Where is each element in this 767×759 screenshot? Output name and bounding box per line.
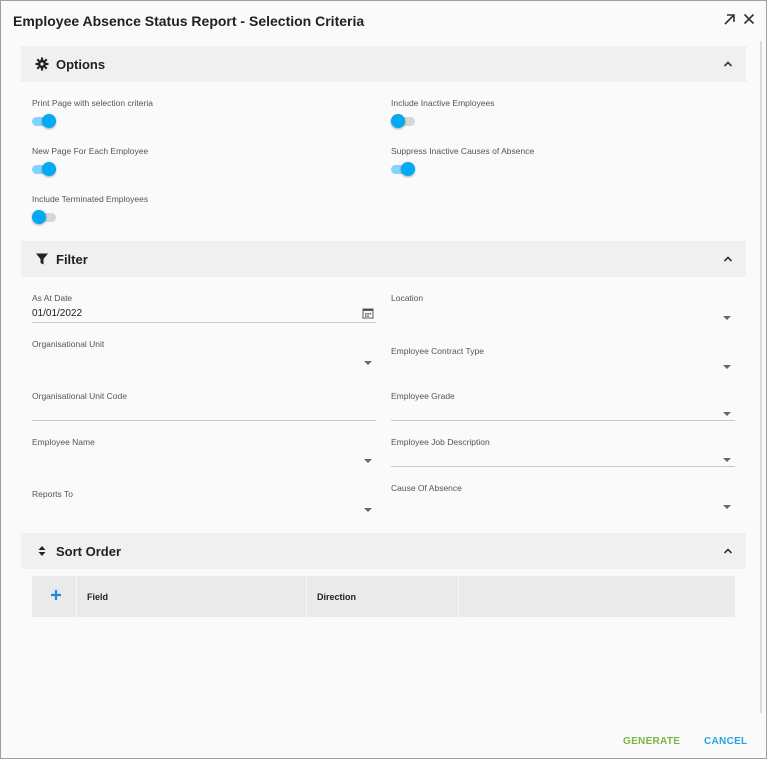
new-page-label: New Page For Each Employee — [32, 146, 149, 156]
arrow-expand-icon[interactable] — [722, 11, 736, 27]
chevron-down-icon[interactable] — [364, 508, 372, 512]
location-select[interactable] — [391, 310, 735, 324]
include-terminated-toggle[interactable] — [32, 210, 56, 224]
selection-criteria-dialog: Employee Absence Status Report - Selecti… — [0, 0, 767, 759]
plus-icon[interactable] — [50, 589, 62, 601]
cause-of-absence-label: Cause Of Absence — [391, 483, 462, 493]
sort-title: Sort Order — [56, 544, 122, 559]
as-at-date-value: 01/01/2022 — [32, 308, 83, 319]
suppress-inactive-label: Suppress Inactive Causes of Absence — [391, 146, 535, 156]
contract-type-select[interactable] — [391, 359, 735, 373]
direction-column-header[interactable]: Direction — [307, 576, 459, 617]
org-unit-code-label: Organisational Unit Code — [32, 391, 127, 401]
chevron-down-icon[interactable] — [723, 505, 731, 509]
calendar-icon[interactable] — [362, 307, 374, 319]
scrollbar[interactable] — [758, 41, 764, 713]
funnel-icon — [36, 253, 48, 265]
options-section-header[interactable]: Options — [21, 46, 746, 82]
include-terminated-label: Include Terminated Employees — [32, 194, 149, 204]
sort-order-grid: Field Direction — [32, 576, 735, 617]
chevron-up-icon[interactable] — [722, 545, 734, 557]
filter-section-header[interactable]: Filter — [21, 241, 746, 277]
dialog-title: Employee Absence Status Report - Selecti… — [13, 13, 365, 29]
chevron-down-icon[interactable] — [723, 458, 731, 462]
org-unit-select[interactable] — [32, 355, 376, 369]
chevron-down-icon[interactable] — [723, 316, 731, 320]
new-page-toggle[interactable] — [32, 162, 56, 176]
chevron-down-icon[interactable] — [364, 361, 372, 365]
reports-to-label: Reports To — [32, 489, 73, 499]
options-title: Options — [56, 57, 106, 72]
gear-icon — [35, 57, 49, 71]
print-page-toggle[interactable] — [32, 114, 56, 128]
cause-of-absence-select[interactable] — [391, 499, 735, 513]
job-description-select[interactable] — [391, 452, 735, 467]
field-column-label: Field — [87, 592, 109, 602]
org-unit-code-input[interactable] — [32, 406, 376, 421]
chevron-down-icon[interactable] — [364, 459, 372, 463]
add-column — [32, 576, 77, 617]
org-unit-label: Organisational Unit — [32, 339, 105, 349]
as-at-date-label: As At Date — [32, 293, 73, 303]
include-inactive-label: Include Inactive Employees — [391, 98, 495, 108]
as-at-date-field[interactable]: 01/01/2022 — [32, 308, 376, 323]
chevron-up-icon[interactable] — [722, 253, 734, 265]
suppress-inactive-toggle[interactable] — [391, 162, 415, 176]
reports-to-select[interactable] — [32, 502, 376, 516]
chevron-down-icon[interactable] — [723, 365, 731, 369]
generate-button[interactable]: GENERATE — [623, 736, 680, 747]
location-label: Location — [391, 293, 424, 303]
cancel-button[interactable]: CANCEL — [704, 736, 747, 747]
sort-icon — [38, 546, 46, 556]
sort-section-header[interactable]: Sort Order — [21, 533, 746, 569]
include-inactive-toggle[interactable] — [391, 114, 415, 128]
field-column-header[interactable]: Field — [77, 576, 307, 617]
chevron-down-icon[interactable] — [723, 412, 731, 416]
filter-title: Filter — [56, 252, 88, 267]
print-page-label: Print Page with selection criteria — [32, 98, 153, 108]
grade-label: Employee Grade — [391, 391, 455, 401]
job-description-label: Employee Job Description — [391, 437, 490, 447]
contract-type-label: Employee Contract Type — [391, 346, 484, 356]
employee-name-select[interactable] — [32, 453, 376, 467]
grade-select[interactable] — [391, 406, 735, 421]
close-icon[interactable] — [742, 11, 756, 27]
employee-name-label: Employee Name — [32, 437, 95, 447]
chevron-up-icon[interactable] — [722, 58, 734, 70]
direction-column-label: Direction — [317, 592, 357, 602]
